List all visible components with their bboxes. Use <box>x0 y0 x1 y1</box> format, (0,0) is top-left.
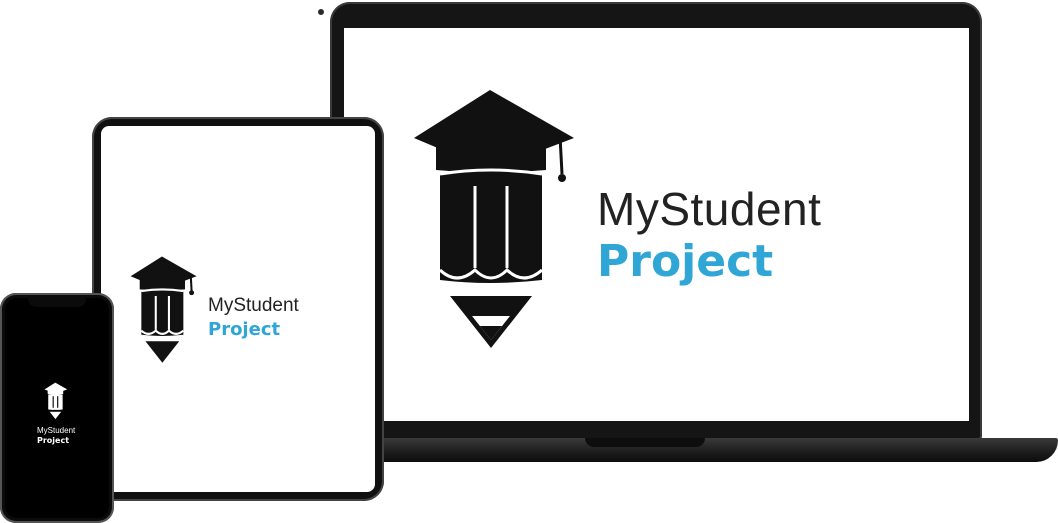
phone-brand-text: MyStudent Project <box>37 427 75 445</box>
brand-name-line1: MyStudent <box>208 295 299 316</box>
brand-name-line1: MyStudent <box>597 183 822 235</box>
brand-name-line2: Project <box>37 436 70 445</box>
phone-notch <box>28 297 86 307</box>
graduation-cap-pencil-icon <box>414 90 574 348</box>
graduation-cap-pencil-icon <box>130 256 197 363</box>
laptop-brand-text: MyStudent Project <box>597 186 821 284</box>
brand-name-line2: Project <box>208 319 281 340</box>
brand-name-line2: Project <box>597 236 774 287</box>
tablet-brand-text: MyStudent Project <box>208 296 299 339</box>
laptop-camera <box>318 9 324 15</box>
graduation-cap-pencil-icon <box>44 382 68 420</box>
brand-name-line1: MyStudent <box>37 426 76 435</box>
laptop-hinge-notch <box>585 438 705 447</box>
